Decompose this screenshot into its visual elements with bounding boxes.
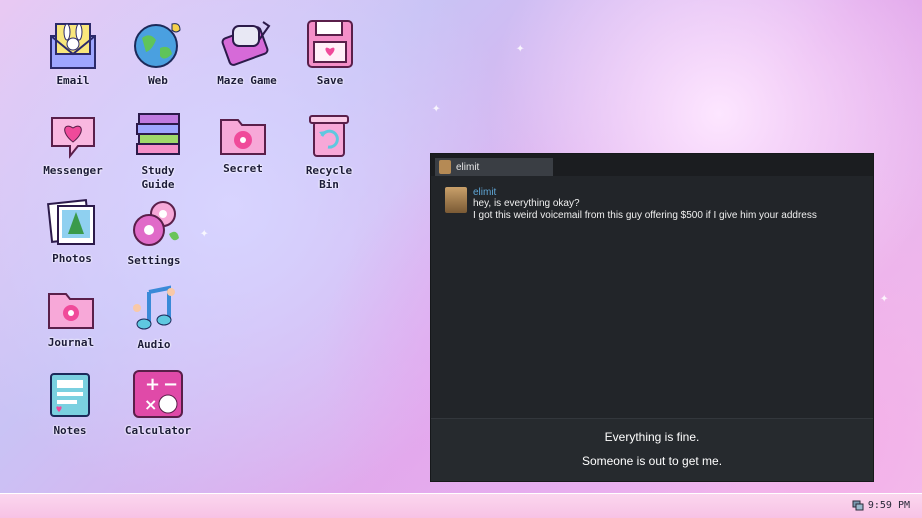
icon-label: Secret [223, 162, 263, 175]
taskbar: 9:59 PM [0, 493, 922, 518]
icon-label: Calculator [124, 424, 192, 437]
icon-label: Study Guide [141, 164, 175, 191]
desktop-icon-secret[interactable]: Secret [203, 112, 283, 176]
message-line: I got this weird voicemail from this guy… [473, 210, 817, 221]
books-icon [136, 113, 180, 155]
icon-label: Maze Game [217, 74, 277, 87]
calculator-icon: + − × [133, 370, 183, 418]
sparkle-decoration: ✦ [880, 290, 889, 306]
reply-choice-someone[interactable]: Someone is out to get me. [431, 454, 873, 468]
sparkle-decoration: ✦ [200, 225, 209, 241]
avatar [439, 160, 451, 174]
recycle-bin-icon [309, 115, 349, 157]
chat-tab-elimit[interactable]: elimit [435, 158, 553, 176]
photos-icon [47, 199, 95, 245]
icon-label: Save [316, 74, 344, 87]
desktop-icon-calculator[interactable]: + − × Calculator [118, 368, 198, 438]
icon-label: Email [56, 74, 90, 87]
chat-message: elimit hey, is everything okay? I got th… [445, 187, 817, 222]
desktop-icon-messenger[interactable]: Messenger [33, 112, 113, 178]
icon-label: Settings [127, 254, 181, 267]
notes-icon [50, 373, 90, 417]
taskbar-clock: 9:59 PM [852, 499, 910, 511]
desktop-icon-save[interactable]: Save [290, 18, 370, 88]
heart-chat-icon [51, 117, 95, 159]
desktop-icon-study-guide[interactable]: Study Guide [118, 112, 198, 192]
desktop-icon-email[interactable]: Email [33, 18, 113, 88]
clock-time: 9:59 PM [867, 499, 910, 511]
icon-label: Recycle Bin [305, 164, 353, 191]
chat-tab-label: elimit [456, 161, 480, 173]
globe-icon [134, 23, 181, 68]
desktop-icon-settings[interactable]: Settings [114, 198, 194, 268]
floppy-disk-icon [307, 20, 353, 68]
reply-choice-fine[interactable]: Everything is fine. [431, 430, 873, 444]
desktop-icon-recycle-bin[interactable]: Recycle Bin [289, 112, 369, 192]
icon-label: Audio [137, 338, 171, 351]
desktop-icon-journal[interactable]: Journal [31, 288, 111, 350]
icon-label: Web [148, 74, 168, 87]
email-icon [50, 23, 96, 69]
icon-label: Notes [53, 424, 87, 437]
journal-folder-icon [48, 293, 94, 329]
network-icon[interactable] [852, 499, 864, 511]
maze-game-icon [221, 21, 271, 66]
icon-label: Journal [47, 336, 95, 349]
sparkle-decoration: ✦ [432, 100, 441, 116]
desktop-icon-web[interactable]: Web [118, 18, 198, 88]
svg-text:−: − [163, 374, 178, 395]
desktop-icon-maze-game[interactable]: Maze Game [207, 18, 287, 88]
icon-label: Messenger [43, 164, 103, 177]
reply-choices: Everything is fine. Someone is out to ge… [431, 418, 873, 481]
message-line: hey, is everything okay? [473, 198, 580, 209]
chat-tab-bar: elimit [431, 154, 873, 176]
avatar [445, 187, 467, 213]
flower-folder-icon [220, 119, 266, 155]
sparkle-decoration: ✦ [516, 40, 525, 56]
message-sender: elimit [473, 187, 497, 198]
icon-label: Photos [52, 252, 92, 265]
music-note-icon [133, 285, 175, 330]
gear-flower-icon [133, 201, 179, 246]
desktop-icon-photos[interactable]: Photos [32, 198, 112, 266]
chat-window: elimit elimit hey, is everything okay? I… [430, 153, 874, 482]
svg-text:×: × [144, 395, 157, 414]
desktop-icon-notes[interactable]: Notes [30, 370, 110, 438]
svg-text:+: + [145, 374, 160, 395]
desktop-icon-audio[interactable]: Audio [114, 284, 194, 352]
